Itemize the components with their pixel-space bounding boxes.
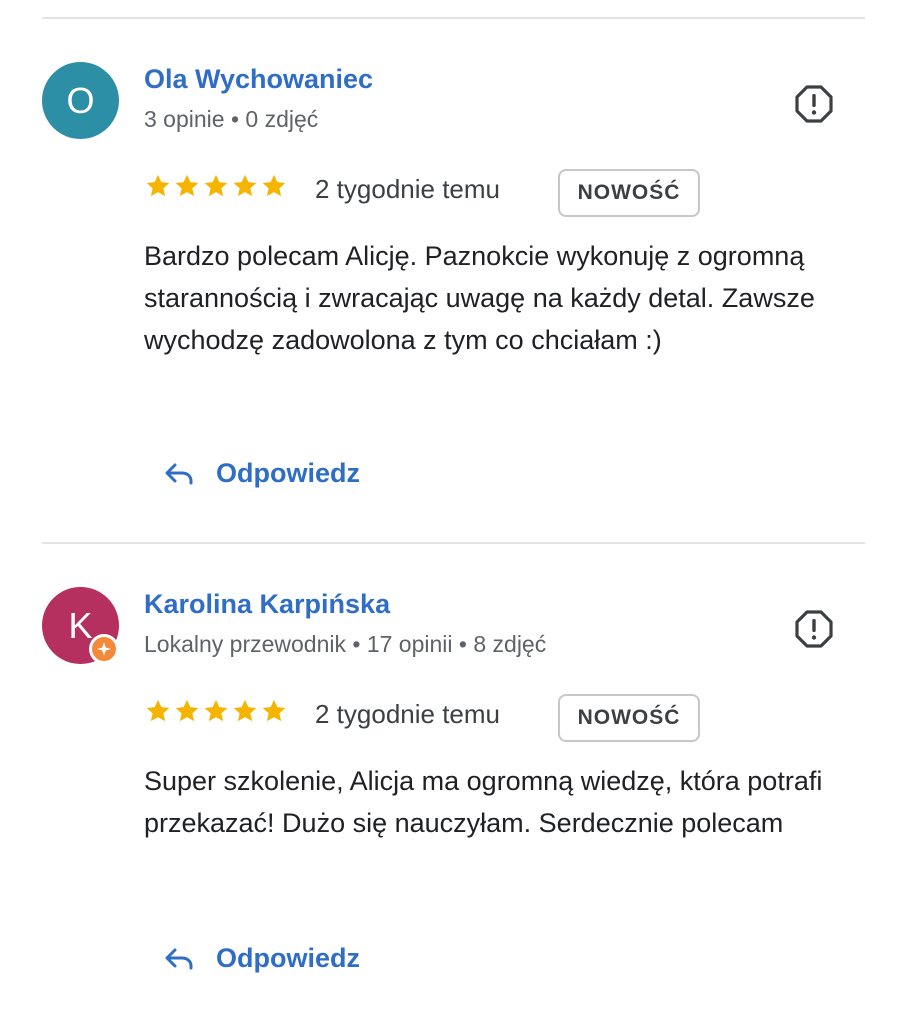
review-card: K Karolina Karpińska Lokalny przewodnik …	[0, 587, 907, 1007]
new-badge: NOWOŚĆ	[558, 694, 700, 742]
reply-arrow-icon	[165, 948, 193, 970]
avatar-initial: K	[68, 604, 93, 646]
star-icon	[233, 699, 257, 722]
star-icon	[146, 699, 170, 722]
new-badge: NOWOŚĆ	[558, 169, 700, 217]
report-flag-icon[interactable]	[794, 84, 834, 124]
reviewer-meta: 3 opinie • 0 zdjęć	[144, 106, 319, 132]
review-time: 2 tygodnie temu	[315, 699, 501, 729]
star-icon	[204, 699, 228, 722]
reply-button[interactable]: Odpowiedz	[162, 456, 360, 490]
reply-label: Odpowiedz	[216, 457, 360, 488]
star-icon	[233, 174, 257, 197]
local-guide-badge	[89, 634, 119, 664]
divider-middle	[42, 542, 865, 544]
reply-button[interactable]: Odpowiedz	[162, 941, 360, 975]
reply-label: Odpowiedz	[216, 942, 360, 973]
star-rating	[144, 697, 288, 725]
reply-arrow-icon	[165, 463, 193, 485]
reviewer-name[interactable]: Karolina Karpińska	[144, 589, 390, 620]
local-guide-star-icon	[97, 642, 111, 656]
review-time: 2 tygodnie temu	[315, 174, 501, 204]
avatar-initial: O	[66, 79, 95, 121]
reviewer-meta: Lokalny przewodnik • 17 opinii • 8 zdjęć	[144, 631, 547, 657]
review-text: Super szkolenie, Alicja ma ogromną wiedz…	[144, 766, 823, 838]
review-text: Bardzo polecam Alicję. Paznokcie wykonuj…	[144, 241, 815, 355]
star-icon	[262, 699, 286, 722]
star-icon	[146, 174, 170, 197]
avatar[interactable]: O	[42, 62, 119, 139]
star-icon	[204, 174, 228, 197]
star-rating	[144, 172, 288, 200]
report-flag-icon[interactable]	[794, 609, 834, 649]
star-icon	[262, 174, 286, 197]
reviewer-name[interactable]: Ola Wychowaniec	[144, 64, 373, 95]
star-icon	[175, 699, 199, 722]
divider-top	[42, 17, 865, 19]
review-card: O Ola Wychowaniec 3 opinie • 0 zdjęć 2 t…	[0, 62, 907, 512]
star-icon	[175, 174, 199, 197]
